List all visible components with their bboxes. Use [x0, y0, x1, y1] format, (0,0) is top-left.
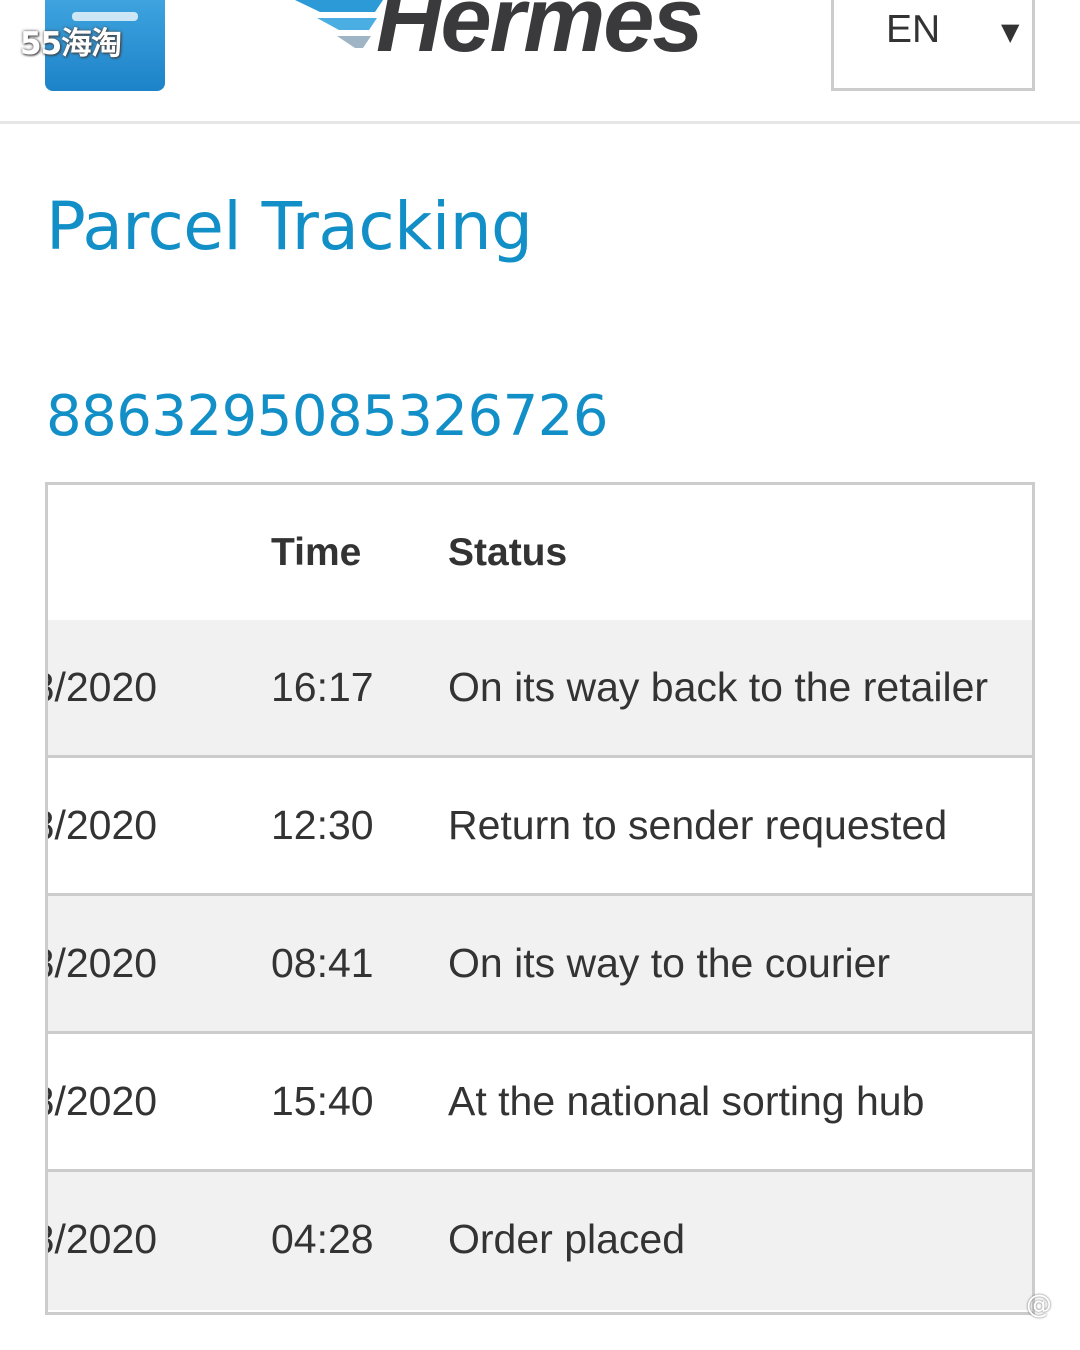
tracking-number: 8863295085326726	[46, 384, 609, 449]
tracking-table[interactable]: e Time Status )8/2020 16:17 On its way b…	[45, 482, 1035, 1315]
row-status: Return to sender requested	[448, 802, 948, 848]
language-value: EN	[886, 8, 941, 51]
row-status: On its way to the courier	[448, 940, 891, 986]
page-title: Parcel Tracking	[46, 188, 533, 265]
column-header-time: Time	[271, 531, 362, 574]
row-date: )8/2020	[48, 664, 158, 710]
table-header-row: e Time Status	[45, 485, 1032, 623]
row-time: 15:40	[271, 1078, 374, 1124]
site-header: 55海淘 Hermes EN ▼	[0, 0, 1080, 124]
table-row: )8/2020 08:41 On its way to the courier	[48, 896, 1032, 1034]
row-time: 04:28	[271, 1216, 374, 1262]
row-status: At the national sorting hub	[448, 1078, 925, 1124]
watermark-at-mark: @	[1026, 1290, 1052, 1320]
language-select[interactable]: EN ▼	[831, 0, 1035, 91]
row-status: On its way back to the retailer	[448, 664, 989, 710]
column-header-date: e	[45, 485, 46, 620]
row-date: )8/2020	[48, 802, 158, 848]
brand-logo[interactable]: Hermes	[376, 0, 704, 66]
watermark-text: 55海淘	[20, 26, 122, 62]
table-row: )8/2020 16:17 On its way back to the ret…	[48, 620, 1032, 758]
row-date: )8/2020	[48, 1078, 158, 1124]
row-time: 12:30	[271, 802, 374, 848]
table-row: )8/2020 04:28 Order placed	[48, 1172, 1032, 1310]
column-header-status: Status	[448, 531, 568, 574]
chevron-down-icon: ▼	[1001, 18, 1020, 46]
table-row: )8/2020 15:40 At the national sorting hu…	[48, 1034, 1032, 1172]
row-date: )8/2020	[48, 1216, 158, 1262]
row-date: )8/2020	[48, 940, 158, 986]
row-status: Order placed	[448, 1216, 686, 1262]
row-time: 08:41	[271, 940, 374, 986]
table-row: )8/2020 12:30 Return to sender requested	[48, 758, 1032, 896]
row-time: 16:17	[271, 664, 374, 710]
